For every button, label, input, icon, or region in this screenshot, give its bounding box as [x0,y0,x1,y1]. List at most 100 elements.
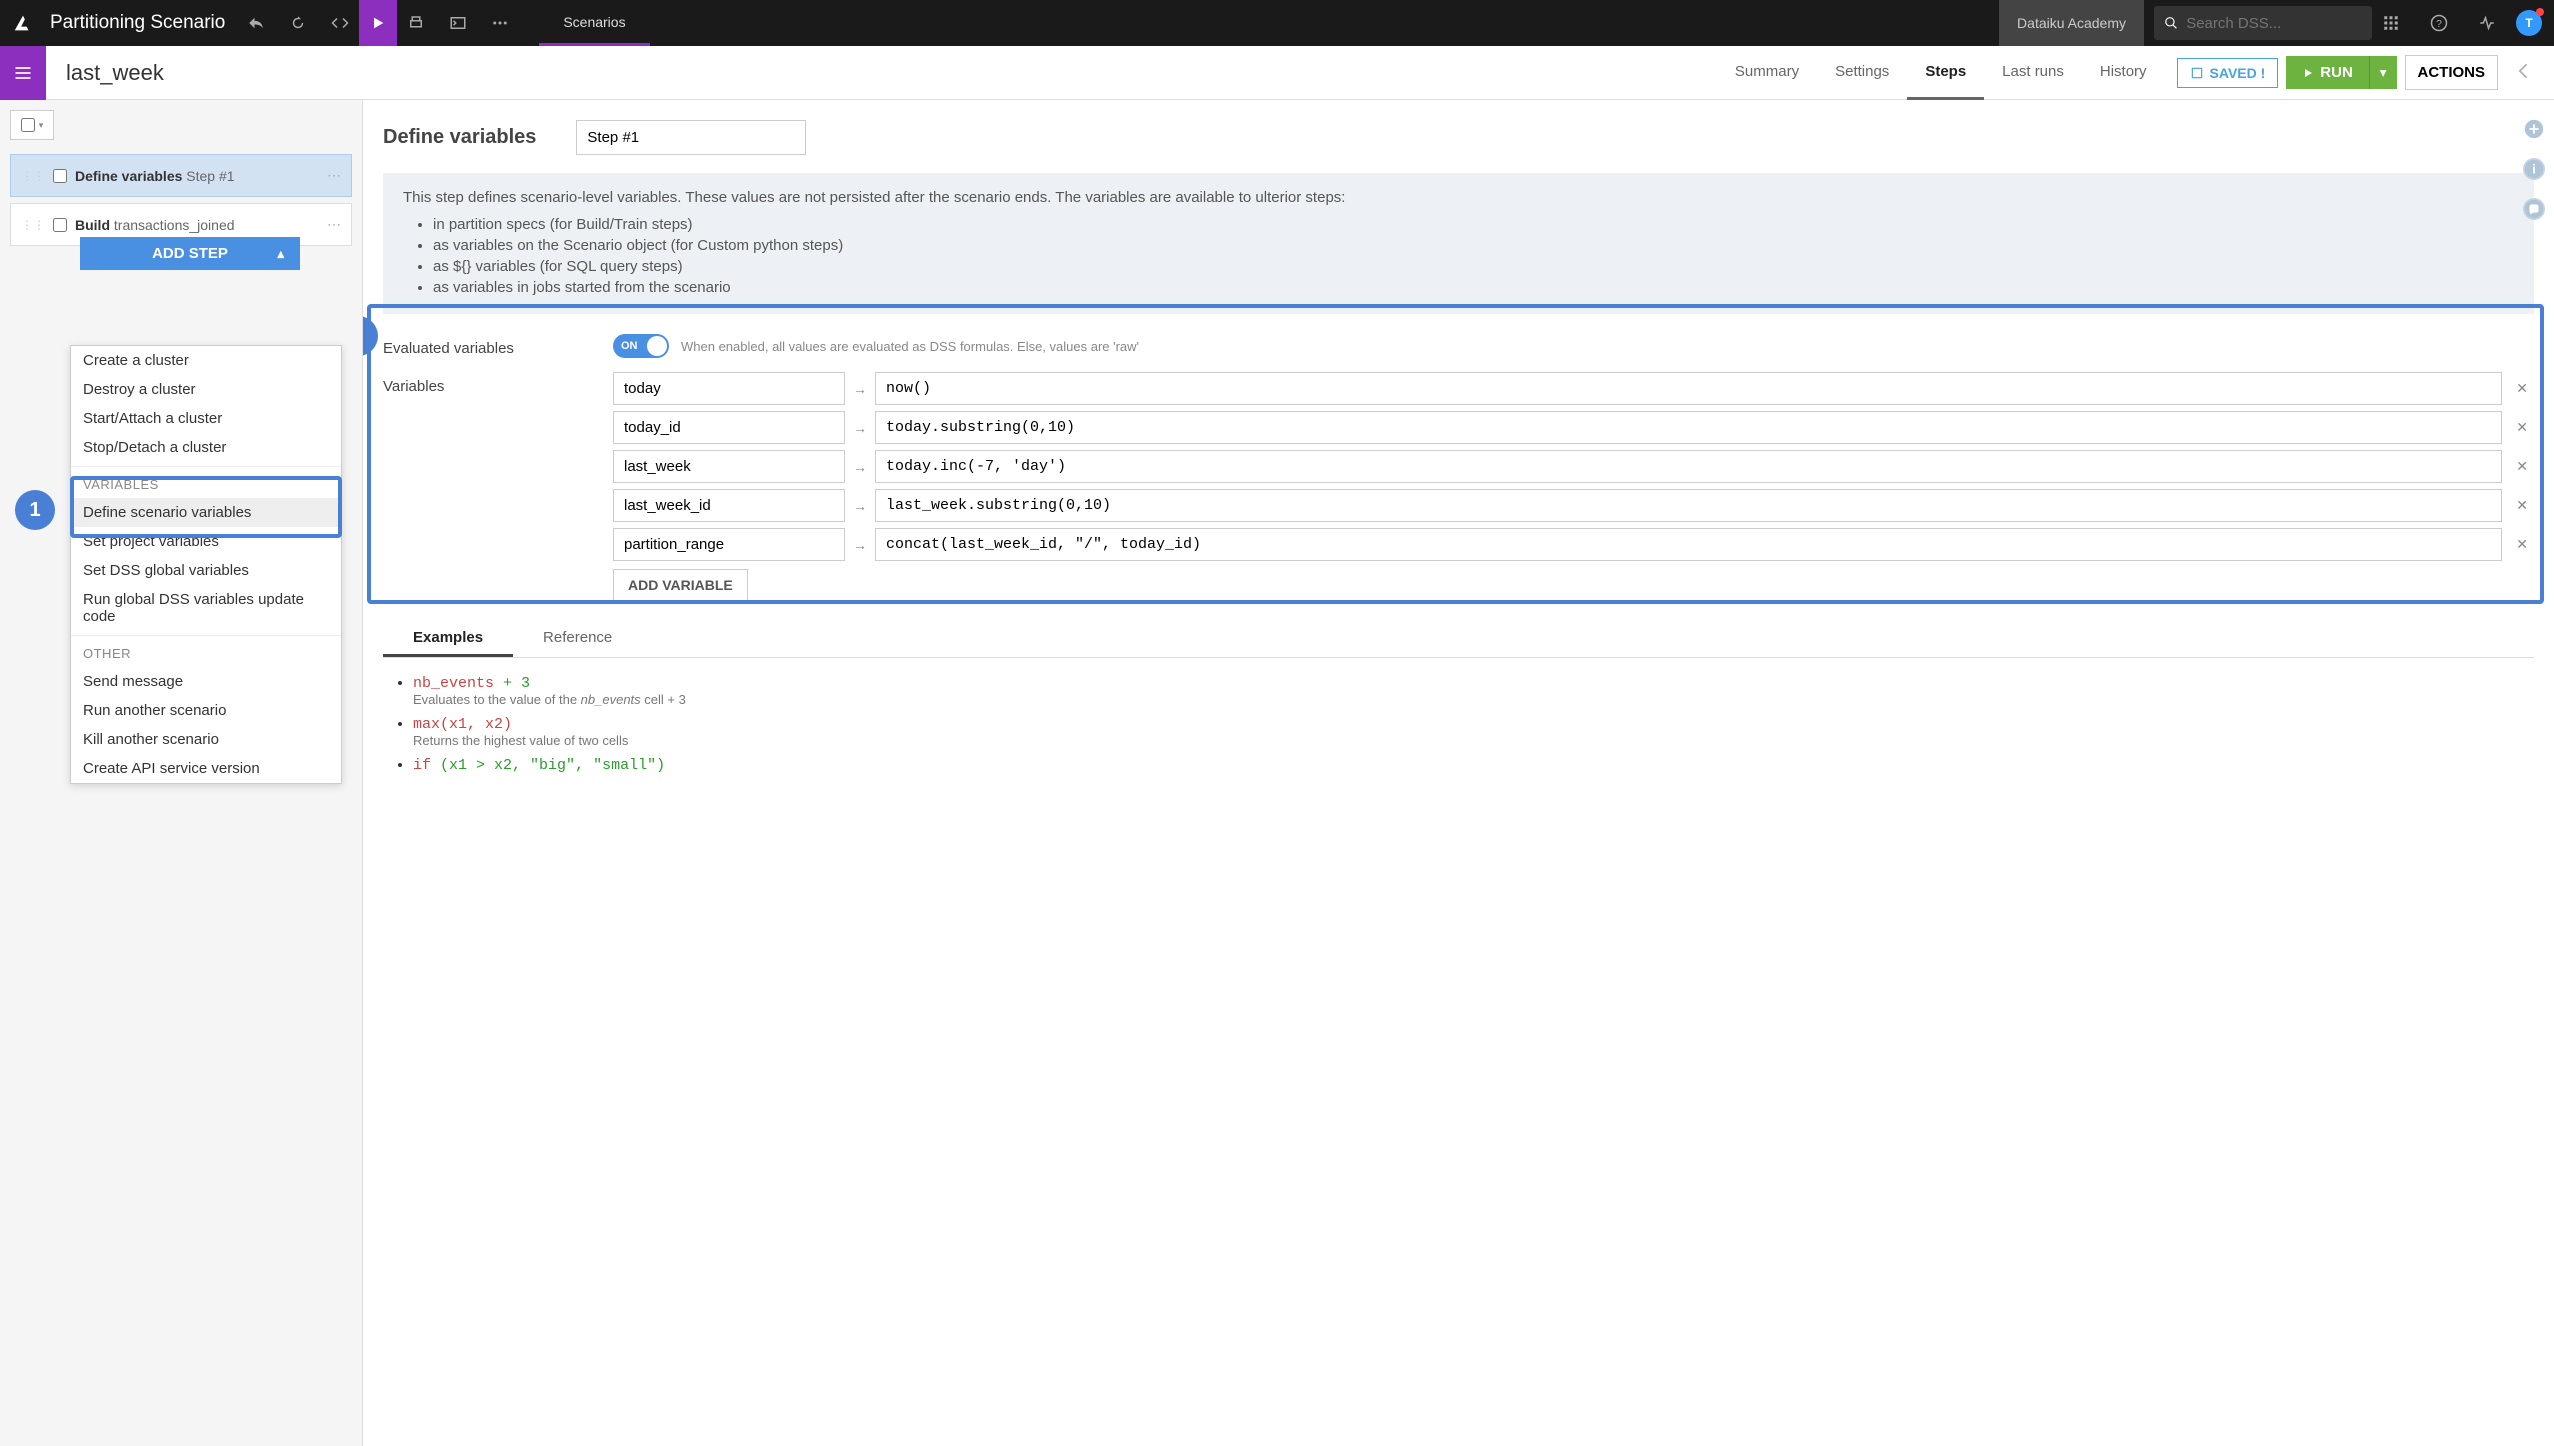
sub-tab-steps[interactable]: Steps [1907,46,1984,100]
svg-text:i: i [2532,162,2536,177]
variable-value-input[interactable] [875,528,2502,561]
rail-chat-icon[interactable] [2523,198,2545,220]
variable-value-input[interactable] [875,411,2502,444]
add-step-menu: Create a clusterDestroy a clusterStart/A… [70,345,342,784]
section-title: Define variables [383,126,536,149]
drag-handle-icon[interactable]: ⋮⋮ [21,218,45,232]
menu-item[interactable]: Send message [71,667,341,696]
menu-item[interactable]: Start/Attach a cluster [71,404,341,433]
top-tab-scenarios[interactable]: Scenarios [539,0,649,46]
step-checkbox[interactable] [53,169,67,183]
variable-row: → ✕ [613,450,2534,483]
search-input[interactable] [2186,15,2362,32]
variable-row: → ✕ [613,489,2534,522]
play-icon [2302,67,2314,79]
step-name-input[interactable] [576,120,806,155]
logo[interactable] [0,0,46,46]
sub-tab-settings[interactable]: Settings [1817,46,1907,100]
examples-tab[interactable]: Examples [383,621,513,657]
example-item: if (x1 > x2, "big", "small") [413,752,2534,778]
cycle-icon[interactable] [279,0,317,46]
menu-item[interactable]: Destroy a cluster [71,375,341,404]
variable-name-input[interactable] [613,528,845,561]
help-icon[interactable]: ? [2420,0,2458,46]
sub-tab-last-runs[interactable]: Last runs [1984,46,2082,100]
select-all-checkbox[interactable] [10,110,54,140]
info-bullet: as variables on the Scenario object (for… [433,235,2514,256]
add-variable-button[interactable]: ADD VARIABLE [613,569,748,601]
share-icon[interactable] [237,0,275,46]
more-icon[interactable] [481,0,519,46]
save-icon [2190,66,2204,80]
back-icon[interactable] [2506,61,2542,84]
menu-item[interactable]: Set DSS global variables [71,556,341,585]
remove-icon[interactable]: ✕ [2510,458,2534,475]
saved-button[interactable]: SAVED ! [2177,58,2279,88]
examples-tab[interactable]: Reference [513,621,642,657]
step-item[interactable]: ⋮⋮ Define variables Step #1 ⋯ [10,154,352,197]
variable-row: → ✕ [613,528,2534,561]
step-checkbox[interactable] [53,218,67,232]
arrow-icon: → [853,459,867,475]
remove-icon[interactable]: ✕ [2510,380,2534,397]
menu-item[interactable]: Stop/Detach a cluster [71,433,341,462]
variable-value-input[interactable] [875,489,2502,522]
example-item: nb_events + 3Evaluates to the value of t… [413,670,2534,711]
eval-label: Evaluated variables [383,334,613,357]
rail-add-icon[interactable] [2523,118,2545,140]
variable-name-input[interactable] [613,450,845,483]
toggle-description: When enabled, all values are evaluated a… [681,339,1139,354]
more-icon[interactable]: ⋯ [327,167,341,184]
code-icon[interactable] [321,0,359,46]
rail-info-icon[interactable]: i [2523,158,2545,180]
avatar[interactable]: T [2516,10,2542,36]
remove-icon[interactable]: ✕ [2510,536,2534,553]
arrow-icon: → [853,381,867,397]
menu-header: VARIABLES [71,471,341,498]
step-label: Build transactions_joined [75,217,319,233]
variable-name-input[interactable] [613,489,845,522]
variable-value-input[interactable] [875,372,2502,405]
menu-button[interactable] [0,46,46,100]
example-item: max(x1, x2)Returns the highest value of … [413,711,2534,752]
variable-row: → ✕ [613,372,2534,405]
search-box[interactable] [2154,6,2372,40]
play-button[interactable] [359,0,397,46]
activity-icon[interactable] [2468,0,2506,46]
print-icon[interactable] [397,0,435,46]
remove-icon[interactable]: ✕ [2510,497,2534,514]
drag-handle-icon[interactable]: ⋮⋮ [21,169,45,183]
menu-item[interactable]: Create API service version [71,754,341,783]
variable-value-input[interactable] [875,450,2502,483]
run-dropdown[interactable]: ▾ [2369,56,2397,89]
menu-item[interactable]: Kill another scenario [71,725,341,754]
sub-tab-summary[interactable]: Summary [1717,46,1817,100]
variables-label: Variables [383,372,613,395]
arrow-icon: → [853,537,867,553]
apps-icon[interactable] [2372,0,2410,46]
menu-item[interactable]: Create a cluster [71,346,341,375]
variable-name-input[interactable] [613,411,845,444]
menu-item[interactable]: Define scenario variables [71,498,341,527]
callout-1: 1 [15,490,55,530]
remove-icon[interactable]: ✕ [2510,419,2534,436]
variable-name-input[interactable] [613,372,845,405]
search-icon [2164,15,2178,31]
menu-item[interactable]: Set project variables [71,527,341,556]
toggle-evaluated[interactable]: ON [613,334,669,358]
actions-button[interactable]: ACTIONS [2405,55,2499,90]
sub-tab-history[interactable]: History [2082,46,2165,100]
scenario-name: last_week [46,60,1717,86]
academy-link[interactable]: Dataiku Academy [1999,0,2144,46]
run-button[interactable]: RUN [2286,56,2369,89]
svg-text:?: ? [2436,18,2442,30]
terminal-icon[interactable] [439,0,477,46]
info-bullet: as variables in jobs started from the sc… [433,277,2514,298]
menu-item[interactable]: Run global DSS variables update code [71,585,341,631]
more-icon[interactable]: ⋯ [327,216,341,233]
arrow-icon: → [853,420,867,436]
menu-item[interactable]: Run another scenario [71,696,341,725]
add-step-button[interactable]: ADD STEP [80,237,300,270]
info-box: This step defines scenario-level variabl… [383,173,2534,314]
info-bullet: as ${} variables (for SQL query steps) [433,256,2514,277]
